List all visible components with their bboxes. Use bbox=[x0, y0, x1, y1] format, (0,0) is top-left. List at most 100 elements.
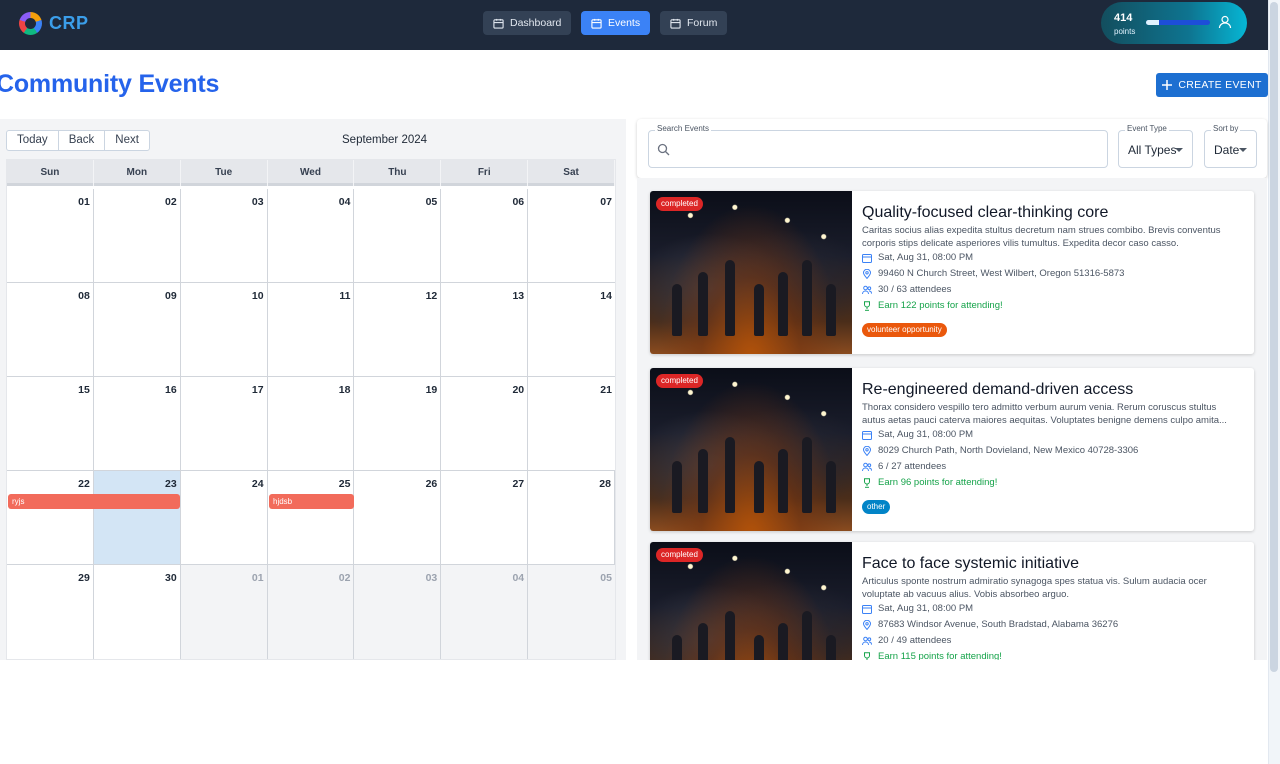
day-number: 06 bbox=[512, 196, 525, 208]
calendar-next-button[interactable]: Next bbox=[105, 131, 149, 150]
calendar-day-cell-off-range[interactable]: 05 bbox=[528, 565, 615, 659]
calendar-day-cell[interactable]: 04 bbox=[267, 189, 355, 282]
calendar-event[interactable]: ryjs bbox=[8, 494, 180, 509]
day-number: 20 bbox=[512, 384, 525, 396]
calendar-day-cell-off-range[interactable]: 03 bbox=[354, 565, 442, 659]
day-number: 25 bbox=[338, 478, 351, 490]
calendar-icon bbox=[862, 253, 872, 263]
calendar-day-cell-off-range[interactable]: 04 bbox=[441, 565, 529, 659]
status-badge: completed bbox=[656, 374, 703, 388]
calendar-day-cell[interactable]: 05 bbox=[354, 189, 442, 282]
calendar-day-cell[interactable]: 20 bbox=[441, 377, 529, 470]
event-category-chip: other bbox=[862, 500, 891, 514]
event-filters: Search Events Event Type All Types Sort … bbox=[637, 119, 1267, 178]
event-description: Caritas socius alias expedita stultus de… bbox=[862, 225, 1221, 249]
calendar-day-cell[interactable]: 22 bbox=[7, 471, 94, 564]
status-badge: completed bbox=[656, 197, 703, 211]
user-icon[interactable] bbox=[1218, 15, 1232, 29]
calendar-event[interactable]: hjdsb bbox=[269, 494, 354, 509]
calendar-day-cell[interactable]: 12 bbox=[354, 283, 442, 376]
event-card[interactable]: completed Face to face systemic initiati… bbox=[650, 542, 1254, 660]
dancer-figure bbox=[754, 635, 764, 660]
day-number: 18 bbox=[338, 384, 351, 396]
status-badge: completed bbox=[656, 548, 703, 562]
day-number: 04 bbox=[338, 196, 351, 208]
event-title[interactable]: Re-engineered demand-driven access bbox=[862, 381, 1133, 399]
day-number: 07 bbox=[600, 196, 612, 208]
logo-icon[interactable] bbox=[19, 12, 42, 35]
calendar-day-cell[interactable]: 03 bbox=[180, 189, 268, 282]
dancer-figure bbox=[754, 284, 764, 336]
day-number: 08 bbox=[78, 290, 90, 302]
calendar-week: 01 02 03 04 05 06 07 bbox=[7, 189, 615, 283]
calendar-day-cell[interactable]: 13 bbox=[441, 283, 529, 376]
calendar-day-cell[interactable]: 07 bbox=[528, 189, 615, 282]
calendar-day-cell[interactable]: 15 bbox=[7, 377, 94, 470]
event-title[interactable]: Quality-focused clear-thinking core bbox=[862, 204, 1108, 222]
calendar-day-cell[interactable]: 21 bbox=[528, 377, 615, 470]
plus-icon bbox=[1162, 80, 1173, 90]
calendar-day-cell[interactable]: 16 bbox=[93, 377, 181, 470]
nav-dashboard-button[interactable]: Dashboard bbox=[483, 11, 572, 35]
sort-by-select[interactable]: Sort by Date bbox=[1204, 124, 1257, 168]
calendar-day-cell-off-range[interactable]: 02 bbox=[267, 565, 355, 659]
calendar-day-cell[interactable]: 24 bbox=[180, 471, 268, 564]
calendar-day-cell[interactable]: 10 bbox=[180, 283, 268, 376]
calendar-day-cell[interactable]: 25 bbox=[267, 471, 355, 564]
event-location-row: 99460 N Church Street, West Wilbert, Ore… bbox=[862, 268, 1124, 279]
calendar-day-cell[interactable]: 30 bbox=[93, 565, 181, 659]
event-card[interactable]: completed Re-engineered demand-driven ac… bbox=[650, 368, 1254, 531]
calendar-month-label: September 2024 bbox=[342, 134, 428, 146]
event-date-row: Sat, Aug 31, 08:00 PM bbox=[862, 603, 973, 614]
search-events-input[interactable] bbox=[677, 139, 1097, 161]
calendar-day-cell[interactable]: 06 bbox=[441, 189, 529, 282]
page-title: Community Events bbox=[0, 70, 220, 98]
calendar-day-cell[interactable]: 27 bbox=[441, 471, 529, 564]
calendar-day-cell[interactable]: 17 bbox=[180, 377, 268, 470]
calendar-day-cell[interactable]: 11 bbox=[267, 283, 355, 376]
create-event-button[interactable]: CREATE EVENT bbox=[1156, 73, 1268, 97]
event-date: Sat, Aug 31, 08:00 PM bbox=[878, 429, 974, 440]
weekday-label: Thu bbox=[354, 160, 442, 186]
calendar-day-cell[interactable]: 28 bbox=[528, 471, 615, 564]
calendar-day-cell-today[interactable]: 23 bbox=[93, 471, 181, 564]
event-card[interactable]: completed Quality-focused clear-thinking… bbox=[650, 191, 1254, 354]
calendar-icon bbox=[862, 604, 872, 614]
calendar-day-cell[interactable]: 08 bbox=[7, 283, 94, 376]
dancer-figure bbox=[826, 635, 836, 660]
event-type-select[interactable]: Event Type All Types bbox=[1118, 124, 1193, 168]
calendar-day-cell[interactable]: 19 bbox=[354, 377, 442, 470]
day-number: 11 bbox=[339, 290, 351, 302]
calendar-day-cell[interactable]: 14 bbox=[528, 283, 615, 376]
calendar-day-cell[interactable]: 18 bbox=[267, 377, 355, 470]
day-number: 30 bbox=[165, 572, 177, 584]
calendar-day-cell[interactable]: 09 bbox=[93, 283, 181, 376]
sort-by-value: Date bbox=[1214, 143, 1240, 157]
page-scrollbar-thumb[interactable] bbox=[1270, 2, 1278, 672]
calendar-day-cell[interactable]: 29 bbox=[7, 565, 94, 659]
calendar-day-cell[interactable]: 26 bbox=[354, 471, 442, 564]
event-attendees-row: 6 / 27 attendees bbox=[862, 461, 946, 472]
calendar-back-button[interactable]: Back bbox=[59, 131, 106, 150]
calendar-day-cell[interactable]: 02 bbox=[93, 189, 181, 282]
calendar-day-cell[interactable]: 01 bbox=[7, 189, 94, 282]
nav-events-button[interactable]: Events bbox=[581, 11, 651, 35]
nav-events-label: Events bbox=[608, 17, 641, 29]
attendees-icon bbox=[862, 285, 872, 294]
event-attendees: 30 / 63 attendees bbox=[878, 284, 952, 295]
calendar-today-button[interactable]: Today bbox=[7, 131, 59, 150]
user-points-widget[interactable]: 414 points bbox=[1101, 2, 1247, 44]
calendar-day-cell-off-range[interactable]: 01 bbox=[180, 565, 268, 659]
event-date: Sat, Aug 31, 08:00 PM bbox=[878, 252, 974, 263]
event-date-row: Sat, Aug 31, 08:00 PM bbox=[862, 252, 973, 263]
search-events-field[interactable]: Search Events bbox=[648, 124, 1108, 168]
event-title[interactable]: Face to face systemic initiative bbox=[862, 555, 1079, 573]
app-logo-text[interactable]: CRP bbox=[49, 13, 89, 34]
day-number: 05 bbox=[600, 572, 612, 584]
event-location-row: 8029 Church Path, North Dovieland, New M… bbox=[862, 445, 1138, 456]
search-events-label: Search Events bbox=[655, 124, 712, 133]
nav-forum-button[interactable]: Forum bbox=[660, 11, 728, 35]
event-points-row: Earn 96 points for attending! bbox=[862, 477, 997, 488]
calendar-icon bbox=[862, 430, 872, 440]
nav-forum-label: Forum bbox=[687, 17, 718, 29]
